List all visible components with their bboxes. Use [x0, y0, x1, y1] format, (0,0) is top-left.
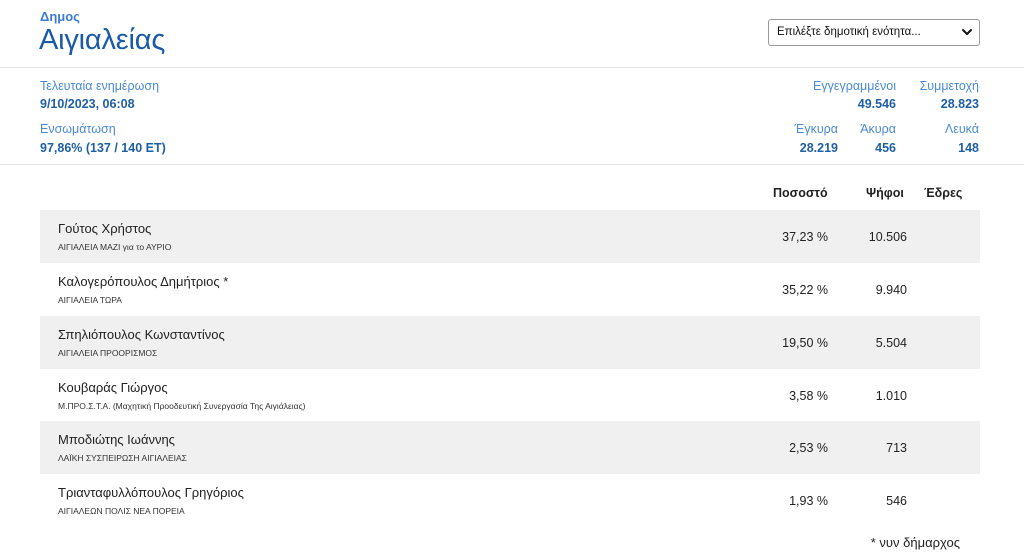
candidate-votes: 546	[886, 494, 907, 508]
candidate-row: Σπηλιόπουλος Κωνσταντίνος ΑΙΓΙΑΛΕΙΑ ΠΡΟΟ…	[40, 316, 980, 369]
municipality-kicker: Δημος	[40, 9, 80, 24]
blank-value: 148	[958, 141, 979, 155]
turnout-label: Συμμετοχή	[919, 79, 979, 93]
candidate-name: Τριανταφυλλόπουλος Γρηγόριος	[58, 485, 244, 500]
candidate-row: Μποδιώτης Ιωάννης ΛΑΪΚΗ ΣΥΣΠΕΙΡΩΣΗ ΑΙΓΙΑ…	[40, 421, 980, 474]
candidate-row: Γούτος Χρήστος ΑΙΓΙΑΛΕΙΑ ΜΑΖΙ για το ΑΥΡ…	[40, 210, 980, 263]
candidate-party: Μ.ΠΡΟ.Σ.Τ.Α. (Μαχητική Προοδευτική Συνερ…	[58, 401, 306, 411]
candidate-row: Κουβαράς Γιώργος Μ.ΠΡΟ.Σ.Τ.Α. (Μαχητική …	[40, 369, 980, 422]
last-update-label: Τελευταία ενημέρωση	[40, 79, 160, 93]
candidate-name: Κουβαράς Γιώργος	[58, 380, 168, 395]
candidate-votes: 9.940	[875, 283, 907, 297]
candidate-percent: 2,53 %	[789, 441, 828, 455]
candidate-percent: 37,23 %	[782, 230, 828, 244]
column-header-seats: Έδρες	[924, 186, 963, 200]
incumbent-footnote: * νυν δήμαρχος	[870, 535, 960, 550]
candidate-percent: 35,22 %	[782, 283, 828, 297]
candidate-percent: 1,93 %	[789, 494, 828, 508]
integration-value: 97,86% (137 / 140 ΕΤ)	[40, 141, 166, 155]
candidate-percent: 3,58 %	[789, 389, 828, 403]
candidate-percent: 19,50 %	[782, 336, 828, 350]
candidate-party: ΑΙΓΙΑΛΕΙΑ ΜΑΖΙ για το ΑΥΡΙΟ	[58, 242, 172, 252]
candidate-party: ΑΙΓΙΑΛΕΩΝ ΠΟΛΙΣ ΝΕΑ ΠΟΡΕΙΑ	[58, 506, 185, 516]
invalid-value: 456	[875, 141, 896, 155]
candidate-votes: 10.506	[868, 230, 907, 244]
registered-value: 49.546	[857, 97, 896, 111]
municipal-unit-select-value: Επιλέξτε δημοτική ενότητα...	[777, 26, 921, 38]
registered-label: Εγγεγραμμένοι	[813, 79, 896, 93]
turnout-value: 28.823	[940, 97, 979, 111]
candidate-name: Καλογερόπουλος Δημήτριος *	[58, 274, 229, 289]
valid-label: Έγκυρα	[794, 122, 838, 136]
results-summary: Τελευταία ενημέρωση 9/10/2023, 06:08 Ενσ…	[0, 69, 1024, 165]
candidate-votes: 5.504	[875, 336, 907, 350]
page-header: Δημος Αιγιαλείας Επιλέξτε δημοτική ενότη…	[0, 0, 1024, 68]
candidate-party: ΛΑΪΚΗ ΣΥΣΠΕΙΡΩΣΗ ΑΙΓΙΑΛΕΙΑΣ	[58, 453, 187, 463]
blank-label: Λευκά	[944, 122, 979, 136]
candidate-votes: 713	[886, 441, 907, 455]
candidate-votes: 1.010	[875, 389, 907, 403]
candidate-row: Τριανταφυλλόπουλος Γρηγόριος ΑΙΓΙΑΛΕΩΝ Π…	[40, 474, 980, 527]
page-title: Αιγιαλείας	[39, 24, 166, 56]
candidate-party: ΑΙΓΙΑΛΕΙΑ ΤΩΡΑ	[58, 295, 122, 305]
column-header-percent: Ποσοστό	[773, 186, 828, 200]
candidate-party: ΑΙΓΙΑΛΕΙΑ ΠΡΟΟΡΙΣΜΟΣ	[58, 348, 158, 358]
candidate-name: Σπηλιόπουλος Κωνσταντίνος	[58, 327, 225, 342]
municipal-unit-select[interactable]: Επιλέξτε δημοτική ενότητα...	[768, 19, 980, 46]
valid-value: 28.219	[799, 141, 838, 155]
candidate-name: Γούτος Χρήστος	[58, 221, 152, 236]
chevron-down-icon	[962, 29, 972, 35]
last-update-value: 9/10/2023, 06:08	[40, 97, 135, 111]
integration-label: Ενσωμάτωση	[40, 122, 116, 136]
candidate-name: Μποδιώτης Ιωάννης	[58, 432, 175, 447]
candidate-row: Καλογερόπουλος Δημήτριος * ΑΙΓΙΑΛΕΙΑ ΤΩΡ…	[40, 263, 980, 316]
invalid-label: Άκυρα	[860, 122, 896, 136]
column-header-votes: Ψήφοι	[866, 186, 904, 200]
